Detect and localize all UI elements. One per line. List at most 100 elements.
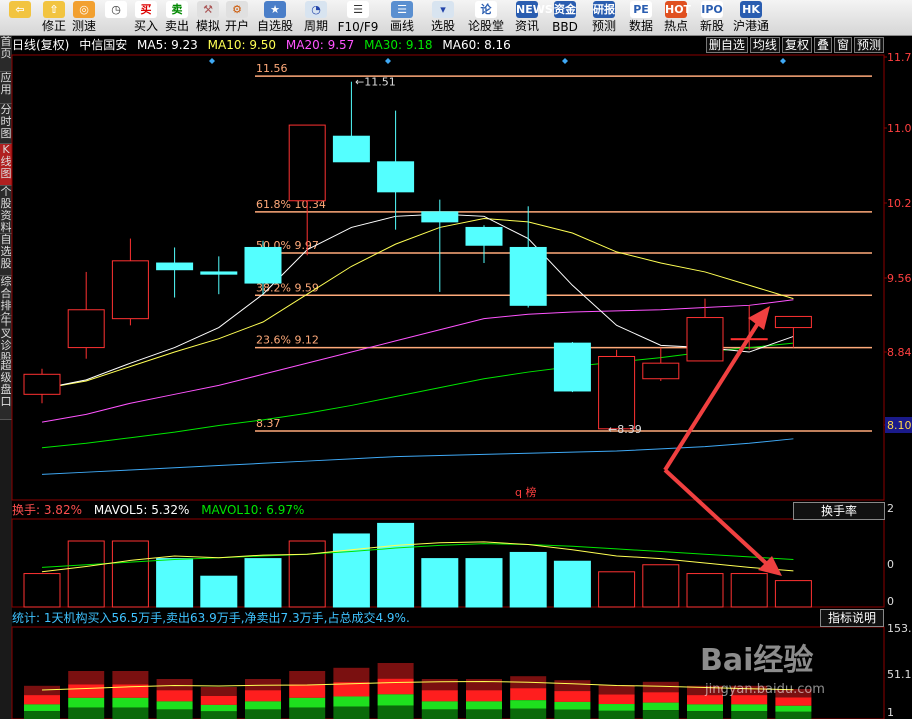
bbd-bar-green-12 [510,700,547,709]
candle-1 [23,368,61,404]
event-marker-2 [385,58,391,64]
baidu-watermark-logo: Bai经验 [700,643,813,678]
mavol10-label: MAVOL10: 6.97% [201,503,305,517]
bbd-bar-darkgreen-8 [333,706,370,719]
event-marker-1 [209,58,215,64]
volume-bar-12 [509,551,547,608]
volume-bar-13 [553,560,591,608]
bbd-bar-darkred-3 [112,671,149,685]
bbd-bar-darkgreen-15 [642,710,679,719]
bbd-bar-darkred-5 [200,687,237,696]
bbd-bar-darkgreen-9 [377,705,414,719]
signal-markers: q 榜 [515,485,536,499]
candle-7 [288,124,326,256]
bbd-bar-green-5 [200,704,237,712]
bbd-bar-darkgreen-5 [200,711,237,719]
candle-11 [465,225,503,264]
bbd-bar-darkgreen-4 [156,709,193,719]
bbd-bar-green-4 [156,701,193,710]
candle-8 [332,81,370,163]
bbd-axis-tick: 1 [887,706,894,719]
candle-body [421,211,459,223]
bbd-bar-darkred-4 [156,679,193,691]
candle-4 [156,247,194,298]
candle-body [111,260,149,320]
bbd-bar-darkgreen-7 [289,707,326,719]
candle-14 [598,349,636,430]
event-marker-4 [780,58,786,64]
indicator-selector[interactable]: 换手率 [793,502,885,520]
ma10-line [41,218,794,390]
ma5-line [41,213,794,390]
bbd-bar-green-10 [421,701,458,710]
candle-13 [553,342,591,393]
candle-body [244,246,282,284]
bbd-bar-darkred-13 [554,680,591,692]
candle-5 [200,256,238,295]
bbd-bar-red-9 [377,678,414,695]
bbd-bar-darkgreen-11 [466,709,502,719]
bbd-bar-red-13 [554,691,591,702]
bbd-bar-darkgreen-16 [687,711,723,719]
bbd-bar-red-6 [245,690,281,702]
bbd-bar-red-12 [510,688,547,701]
stats-bar: 统计: 1天机构买入56.5万手,卖出63.9万手,净卖出7.3万手,占总成交4… [12,610,884,626]
bbd-bar-green-13 [554,701,591,710]
bbd-bar-darkgreen-18 [775,711,812,719]
event-marker-3 [562,58,568,64]
candle-15 [642,347,680,381]
volume-bar-8 [332,533,370,608]
candle-12 [509,206,547,308]
bbd-bar-darkred-9 [377,663,414,679]
volume-bar-3 [111,540,149,608]
candle-body [377,161,415,193]
volume-bar-10 [421,558,459,608]
volume-bar-15 [642,564,680,608]
mavol5-label: MAVOL5: 5.32% [93,503,190,517]
candle-3 [111,238,149,326]
bbd-bar-red-15 [642,692,679,703]
bbd-bar-green-3 [112,697,149,708]
volume-axis-tick: 0 [887,558,894,571]
volume-bar-14 [598,571,636,608]
volume-bar-6 [244,558,282,608]
candle-2 [67,271,105,359]
mavol10-line [41,543,794,568]
bbd-line [41,680,794,691]
candle-body [553,342,591,392]
candle-body [67,309,105,349]
volume-bar-4 [156,558,194,608]
candle-body [23,373,61,395]
fib-label-5: 23.6% 9.12 [256,334,319,347]
volume-bar-9 [377,522,415,608]
volume-axis-tick: 2 [887,502,894,515]
bbd-bar-darkgreen-6 [245,709,281,719]
bbd-bar-red-11 [466,690,502,702]
candle-10 [421,199,459,292]
price-axis-tick: 8.84 [887,346,912,359]
volume-info-bar: 换手: 3.82% MAVOL5: 5.32% MAVOL10: 6.97% [12,502,884,518]
bbd-bar-green-14 [598,704,635,711]
baidu-watermark-url: jingyan.baidu.com [704,682,825,697]
bbd-bar-green-11 [466,701,502,710]
bbd-bar-green-9 [377,694,414,706]
bbd-bar-red-5 [200,695,237,705]
bbd-bar-green-7 [289,697,326,708]
bbd-bar-red-1 [24,695,60,705]
bbd-bar-red-10 [421,690,458,702]
arrow-up-head [748,306,770,330]
bbd-bar-red-7 [289,684,326,698]
volume-bar-11 [465,558,503,608]
bbd-bar-darkred-7 [289,671,326,685]
volume-bar-7 [288,540,326,608]
bbd-bar-green-6 [245,701,281,710]
volume-bar-18 [774,580,812,608]
bbd-bar-red-14 [598,694,635,705]
stats-text: 统计: 1天机构买入56.5万手,卖出63.9万手,净卖出7.3万手,占总成交4… [12,611,410,625]
bbd-bar-darkgreen-13 [554,709,591,719]
ma20-line [41,299,794,423]
candle-body [465,226,503,246]
candle-body [642,362,680,380]
candle-body [156,262,194,271]
indicator-help-button[interactable]: 指标说明 [820,609,884,627]
